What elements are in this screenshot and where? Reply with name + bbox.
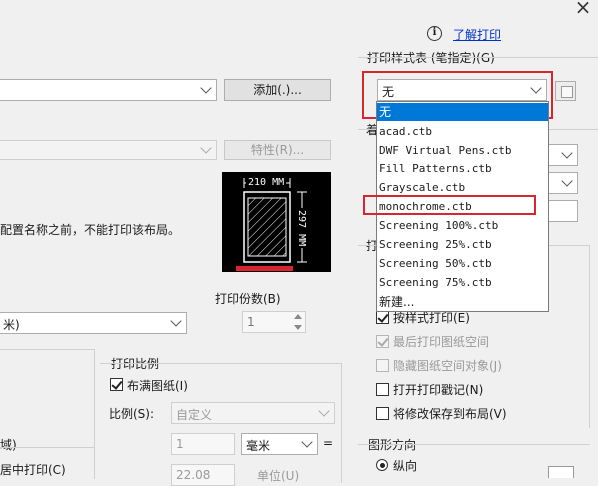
chevron-down-icon: [318, 405, 330, 417]
scale-value2: 22.08: [176, 468, 211, 482]
chevron-down-icon: [200, 82, 212, 94]
chevron-down-icon: [561, 175, 573, 187]
portrait-label: 纵向: [393, 459, 418, 473]
dropdown-option-screening-50[interactable]: Screening 50%.ctb: [377, 255, 548, 273]
dropdown-option-fill-patterns[interactable]: Fill Patterns.ctb: [377, 160, 548, 178]
dropdown-option-new[interactable]: 新建...: [377, 293, 548, 311]
dropdown-option-dwf-virtual-pens[interactable]: DWF Virtual Pens.ctb: [377, 142, 548, 160]
center-plot-label: 居中打印(C): [0, 463, 66, 477]
plot-stamp-label: 打开打印戳记(N): [393, 383, 484, 397]
close-button[interactable]: ×: [572, 0, 594, 18]
plotter-combo[interactable]: [0, 140, 217, 160]
save-to-layout-label: 将修改保存到布局(V): [393, 407, 507, 421]
dropdown-option-none[interactable]: 无: [377, 103, 548, 121]
equals-sign: =: [323, 436, 334, 450]
properties-button[interactable]: 特性(R)...: [224, 140, 331, 160]
preview-highlight-marker: [236, 266, 293, 271]
scale-value2-input[interactable]: 22.08: [171, 464, 235, 486]
fit-to-paper-label: 布满图纸(I): [127, 379, 188, 393]
plot-paperspace-last-label: 最后打印图纸空间: [393, 335, 490, 349]
scale-value-input[interactable]: 1: [171, 433, 235, 455]
scale-value: 1: [176, 437, 184, 451]
hide-paperspace-objects-label: 隐藏图纸空间对象(J): [393, 359, 502, 373]
layout-notice: 配置名称之前，不能打印该布局。: [0, 223, 181, 237]
dropdown-option-screening-100[interactable]: Screening 100%.ctb: [377, 217, 548, 235]
scale-unit-combo[interactable]: 毫米: [241, 433, 318, 455]
plot-paperspace-last-checkbox[interactable]: [376, 335, 389, 348]
scale-unit-value: 毫米: [246, 439, 271, 453]
stepper-up-icon[interactable]: [294, 314, 302, 319]
scale-ratio-value: 自定义: [176, 408, 213, 422]
chevron-down-icon: [170, 315, 182, 327]
edit-plot-style-button[interactable]: [555, 81, 576, 101]
shade-plot-combo[interactable]: [548, 144, 578, 166]
paper-size-value: 米): [3, 318, 20, 332]
chevron-down-icon: [301, 436, 313, 448]
monochrome-option-highlight: [363, 195, 536, 215]
help-link[interactable]: 了解打印: [453, 26, 501, 43]
printer-name-combo[interactable]: [0, 79, 217, 101]
copies-label: 打印份数(B): [215, 292, 281, 306]
scale-unit2-label: 单位(U): [257, 469, 300, 483]
portrait-radio[interactable]: [376, 459, 388, 471]
paper-size-combo[interactable]: 米): [0, 312, 187, 334]
paper-preview: 210 MM 297 MM: [222, 172, 331, 272]
plot-with-styles-checkbox[interactable]: [376, 311, 389, 324]
paper-height-label: 297 MM: [296, 208, 307, 249]
dpi-input[interactable]: [548, 200, 578, 222]
dropdown-option-acad[interactable]: acad.ctb: [377, 123, 548, 141]
orientation-preview-icon: [548, 466, 574, 478]
edit-icon: [561, 86, 573, 98]
scale-ratio-label: 比例(S):: [109, 407, 155, 421]
stepper-down-icon[interactable]: [294, 325, 302, 330]
fit-to-paper-checkbox[interactable]: [110, 378, 123, 391]
quality-combo[interactable]: [548, 172, 578, 194]
hide-paperspace-objects-checkbox[interactable]: [376, 359, 389, 372]
chevron-down-icon: [561, 147, 573, 159]
dropdown-option-screening-25[interactable]: Screening 25%.ctb: [377, 236, 548, 254]
add-plotter-button[interactable]: 添加(.)...: [224, 79, 331, 101]
plot-stamp-checkbox[interactable]: [376, 383, 389, 396]
info-icon: i: [427, 26, 442, 41]
save-to-layout-checkbox[interactable]: [376, 407, 389, 420]
paper-width-label: 210 MM: [246, 177, 287, 188]
copies-stepper[interactable]: 1: [242, 311, 306, 333]
scale-ratio-combo[interactable]: 自定义: [171, 402, 335, 424]
chevron-down-icon: [200, 142, 212, 154]
dropdown-option-screening-75[interactable]: Screening 75%.ctb: [377, 274, 548, 292]
copies-value: 1: [247, 315, 255, 329]
